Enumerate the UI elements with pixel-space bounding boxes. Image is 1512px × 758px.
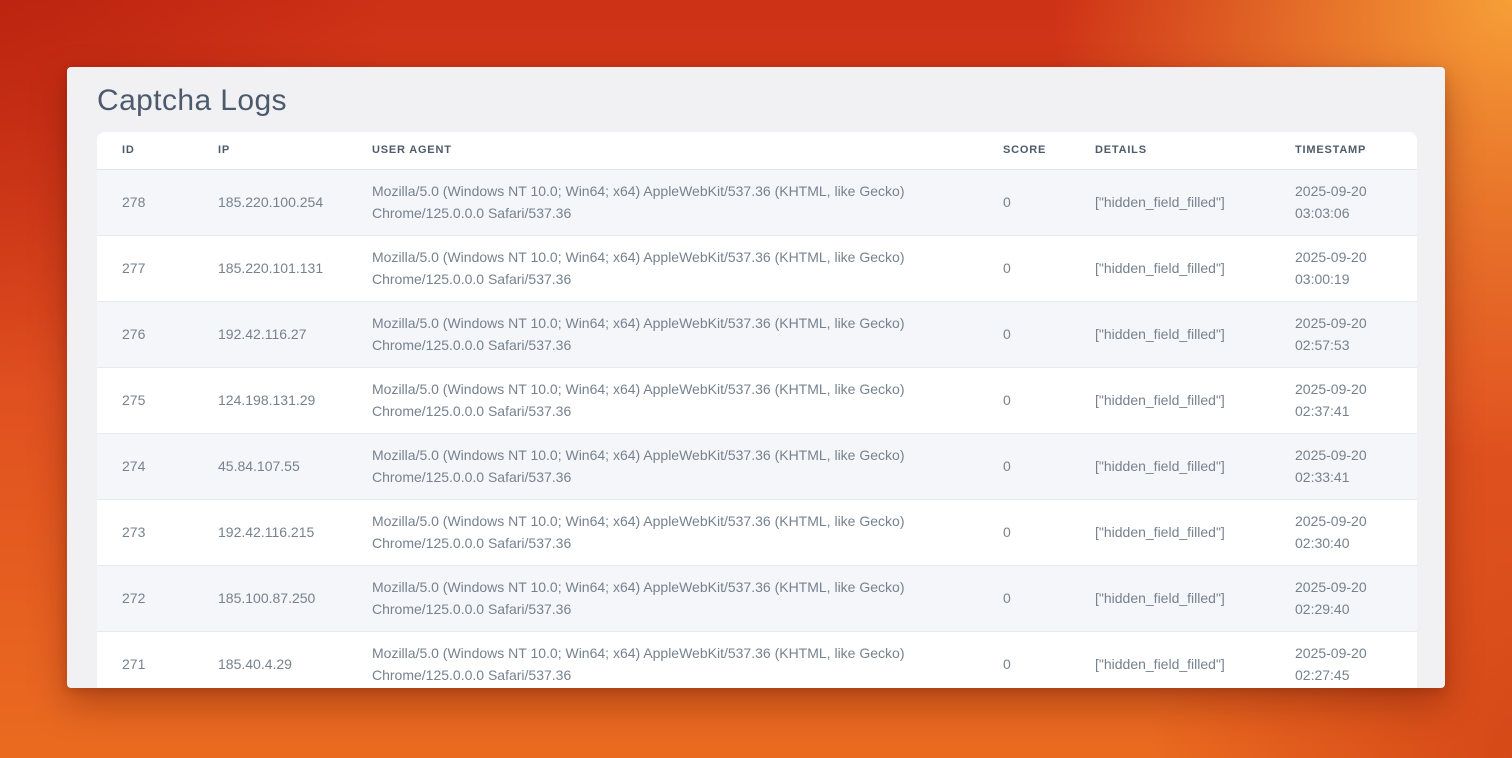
cell-score: 0 xyxy=(978,566,1070,632)
cell-details: ["hidden_field_filled"] xyxy=(1070,434,1270,500)
table-row: 274 45.84.107.55 Mozilla/5.0 (Windows NT… xyxy=(97,434,1417,500)
column-header-timestamp: TIMESTAMP xyxy=(1270,132,1417,170)
cell-score: 0 xyxy=(978,302,1070,368)
cell-user-agent: Mozilla/5.0 (Windows NT 10.0; Win64; x64… xyxy=(347,236,978,302)
cell-details: ["hidden_field_filled"] xyxy=(1070,170,1270,236)
cell-ip: 185.100.87.250 xyxy=(193,566,347,632)
cell-user-agent: Mozilla/5.0 (Windows NT 10.0; Win64; x64… xyxy=(347,302,978,368)
cell-timestamp: 2025-09-20 02:27:45 xyxy=(1270,632,1417,689)
logs-table: ID IP USER AGENT SCORE DETAILS TIMESTAMP… xyxy=(97,132,1417,688)
cell-score: 0 xyxy=(978,170,1070,236)
cell-user-agent: Mozilla/5.0 (Windows NT 10.0; Win64; x64… xyxy=(347,170,978,236)
cell-timestamp: 2025-09-20 02:37:41 xyxy=(1270,368,1417,434)
column-header-id: ID xyxy=(97,132,193,170)
cell-id: 272 xyxy=(97,566,193,632)
cell-details: ["hidden_field_filled"] xyxy=(1070,566,1270,632)
cell-user-agent: Mozilla/5.0 (Windows NT 10.0; Win64; x64… xyxy=(347,368,978,434)
cell-user-agent: Mozilla/5.0 (Windows NT 10.0; Win64; x64… xyxy=(347,434,978,500)
cell-details: ["hidden_field_filled"] xyxy=(1070,368,1270,434)
cell-user-agent: Mozilla/5.0 (Windows NT 10.0; Win64; x64… xyxy=(347,632,978,689)
cell-user-agent: Mozilla/5.0 (Windows NT 10.0; Win64; x64… xyxy=(347,500,978,566)
cell-details: ["hidden_field_filled"] xyxy=(1070,500,1270,566)
cell-details: ["hidden_field_filled"] xyxy=(1070,236,1270,302)
cell-details: ["hidden_field_filled"] xyxy=(1070,302,1270,368)
cell-id: 276 xyxy=(97,302,193,368)
cell-timestamp: 2025-09-20 03:03:06 xyxy=(1270,170,1417,236)
table-row: 275 124.198.131.29 Mozilla/5.0 (Windows … xyxy=(97,368,1417,434)
table-row: 276 192.42.116.27 Mozilla/5.0 (Windows N… xyxy=(97,302,1417,368)
cell-id: 274 xyxy=(97,434,193,500)
cell-id: 273 xyxy=(97,500,193,566)
column-header-user-agent: USER AGENT xyxy=(347,132,978,170)
cell-score: 0 xyxy=(978,632,1070,689)
cell-score: 0 xyxy=(978,500,1070,566)
page-title: Captcha Logs xyxy=(97,83,1445,119)
cell-ip: 45.84.107.55 xyxy=(193,434,347,500)
cell-timestamp: 2025-09-20 02:57:53 xyxy=(1270,302,1417,368)
cell-ip: 185.40.4.29 xyxy=(193,632,347,689)
table-row: 272 185.100.87.250 Mozilla/5.0 (Windows … xyxy=(97,566,1417,632)
cell-user-agent: Mozilla/5.0 (Windows NT 10.0; Win64; x64… xyxy=(347,566,978,632)
cell-details: ["hidden_field_filled"] xyxy=(1070,632,1270,689)
column-header-ip: IP xyxy=(193,132,347,170)
table-row: 271 185.40.4.29 Mozilla/5.0 (Windows NT … xyxy=(97,632,1417,689)
table-row: 278 185.220.100.254 Mozilla/5.0 (Windows… xyxy=(97,170,1417,236)
table-row: 273 192.42.116.215 Mozilla/5.0 (Windows … xyxy=(97,500,1417,566)
column-header-details: DETAILS xyxy=(1070,132,1270,170)
table-header-row: ID IP USER AGENT SCORE DETAILS TIMESTAMP xyxy=(97,132,1417,170)
cell-id: 271 xyxy=(97,632,193,689)
cell-timestamp: 2025-09-20 02:29:40 xyxy=(1270,566,1417,632)
cell-score: 0 xyxy=(978,434,1070,500)
cell-ip: 185.220.101.131 xyxy=(193,236,347,302)
cell-timestamp: 2025-09-20 02:33:41 xyxy=(1270,434,1417,500)
cell-ip: 185.220.100.254 xyxy=(193,170,347,236)
cell-timestamp: 2025-09-20 02:30:40 xyxy=(1270,500,1417,566)
table-row: 277 185.220.101.131 Mozilla/5.0 (Windows… xyxy=(97,236,1417,302)
cell-score: 0 xyxy=(978,236,1070,302)
cell-id: 275 xyxy=(97,368,193,434)
cell-id: 277 xyxy=(97,236,193,302)
cell-ip: 124.198.131.29 xyxy=(193,368,347,434)
cell-timestamp: 2025-09-20 03:00:19 xyxy=(1270,236,1417,302)
cell-id: 278 xyxy=(97,170,193,236)
captcha-logs-card: Captcha Logs ID IP USER AGENT SCORE DETA… xyxy=(67,67,1445,688)
logs-table-container: ID IP USER AGENT SCORE DETAILS TIMESTAMP… xyxy=(97,132,1417,688)
column-header-score: SCORE xyxy=(978,132,1070,170)
cell-ip: 192.42.116.27 xyxy=(193,302,347,368)
cell-score: 0 xyxy=(978,368,1070,434)
cell-ip: 192.42.116.215 xyxy=(193,500,347,566)
